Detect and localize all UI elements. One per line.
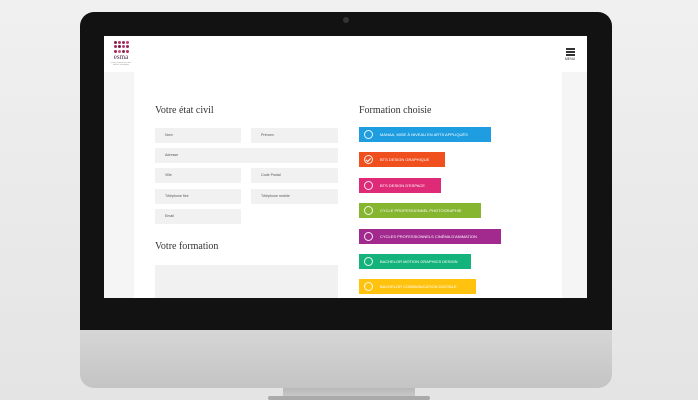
radio-circle-icon: [364, 206, 373, 215]
logo-dot: [126, 45, 129, 49]
logo-tagline: écoles supérieures des métiers artistiqu…: [110, 62, 132, 66]
formation-option-label: BACHELOR MOTION GRAPHICS DESIGN: [380, 259, 458, 264]
formation-textarea[interactable]: [155, 265, 338, 298]
formation-choisie-title: Formation choisie: [359, 105, 432, 116]
logo-dot: [122, 41, 125, 44]
email-placeholder: Email: [165, 214, 174, 218]
radio-circle-icon: [364, 257, 373, 266]
etat-civil-title: Votre état civil: [155, 105, 214, 116]
site-header: esma écoles supérieures des métiers arti…: [104, 36, 587, 72]
formation-option[interactable]: CYCLES PROFESSIONNELS CINÉMA D'ANIMATION: [359, 229, 501, 244]
tel-fixe-placeholder: Téléphone fixe: [165, 194, 189, 198]
radio-circle-icon: [364, 130, 373, 139]
radio-circle-icon: [364, 232, 373, 241]
formation-option-label: CYCLE PROFESSIONNEL PHOTOGRAPHIE: [380, 208, 462, 213]
formation-option-label: MANAA, MISE À NIVEAU EN ARTS APPLIQUÉS: [380, 132, 468, 137]
logo-dot: [126, 41, 129, 44]
tel-fixe-field[interactable]: Téléphone fixe: [155, 189, 241, 204]
menu-button[interactable]: MENU: [563, 48, 577, 68]
logo-dots-icon: [114, 41, 129, 53]
formation-option[interactable]: BTS DESIGN D'ESPACE: [359, 178, 441, 193]
formation-option-label: BACHELOR COMMUNICATION DIGITALE: [380, 284, 457, 289]
stand-shadow: [268, 396, 430, 400]
formation-option[interactable]: MANAA, MISE À NIVEAU EN ARTS APPLIQUÉS: [359, 127, 491, 142]
ville-field[interactable]: Ville: [155, 168, 241, 183]
checked-circle-icon: [364, 155, 373, 164]
logo-dot: [118, 45, 121, 49]
screen: esma écoles supérieures des métiers arti…: [104, 36, 587, 298]
tel-mobile-placeholder: Téléphone mobile: [261, 194, 290, 198]
code-postal-placeholder: Code Postal: [261, 173, 281, 177]
logo-dot: [118, 41, 121, 44]
prenom-field[interactable]: Prénom: [251, 128, 338, 143]
prenom-placeholder: Prénom: [261, 133, 274, 137]
tel-mobile-field[interactable]: Téléphone mobile: [251, 189, 338, 204]
formation-option-label: BTS DESIGN GRAPHIQUE: [380, 157, 430, 162]
logo-dot: [122, 45, 125, 49]
formation-option-label: CYCLES PROFESSIONNELS CINÉMA D'ANIMATION: [380, 234, 477, 239]
code-postal-field[interactable]: Code Postal: [251, 168, 338, 183]
hamburger-icon-bar: [565, 51, 575, 53]
radio-circle-icon: [364, 282, 373, 291]
formation-option[interactable]: CYCLE PROFESSIONNEL PHOTOGRAPHIE: [359, 203, 481, 218]
menu-label: MENU: [564, 57, 576, 61]
formation-title: Votre formation: [155, 241, 219, 252]
esma-logo[interactable]: esma écoles supérieures des métiers arti…: [108, 39, 134, 71]
camera-icon: [343, 17, 349, 23]
formation-option[interactable]: BACHELOR COMMUNICATION DIGITALE: [359, 279, 476, 294]
formation-option[interactable]: BTS DESIGN GRAPHIQUE: [359, 152, 445, 167]
formation-option-label: BTS DESIGN D'ESPACE: [380, 183, 425, 188]
logo-dot: [114, 41, 117, 44]
nom-field[interactable]: Nom: [155, 128, 241, 143]
form-panel: Votre état civil Nom Prénom Adresse Vill…: [134, 72, 562, 298]
background: esma écoles supérieures des métiers arti…: [0, 0, 698, 400]
adresse-field[interactable]: Adresse: [155, 148, 338, 163]
monitor-chin: [80, 330, 612, 388]
hamburger-icon-bar: [565, 54, 575, 56]
logo-dot: [114, 45, 117, 49]
email-field[interactable]: Email: [155, 209, 241, 224]
formation-option[interactable]: BACHELOR MOTION GRAPHICS DESIGN: [359, 254, 471, 269]
radio-circle-icon: [364, 181, 373, 190]
hamburger-icon: [565, 48, 575, 50]
nom-placeholder: Nom: [165, 133, 173, 137]
ville-placeholder: Ville: [165, 173, 172, 177]
logo-word: esma: [113, 53, 129, 61]
adresse-placeholder: Adresse: [165, 153, 179, 157]
